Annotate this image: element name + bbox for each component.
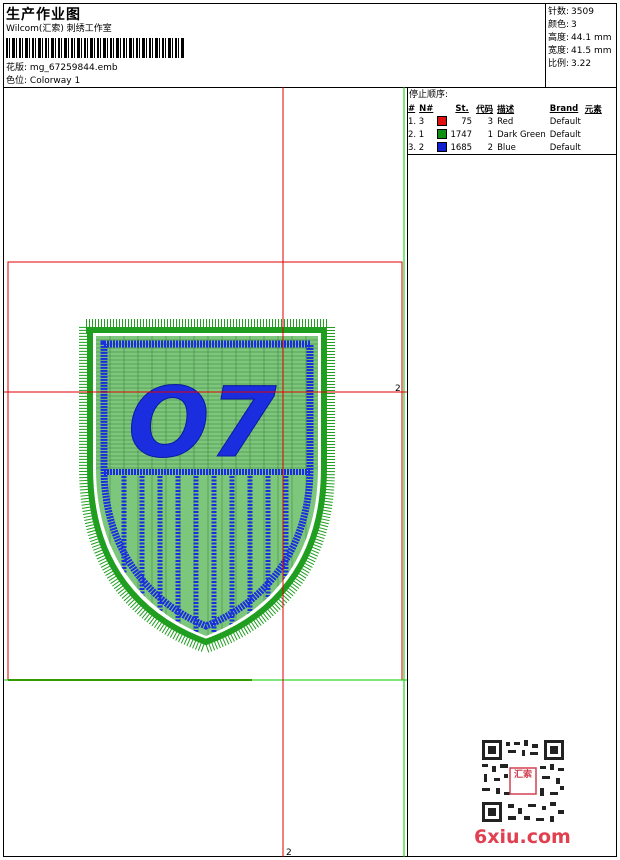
watermark-seal: 汇索 [513, 770, 532, 780]
watermark-text: 6xiu.com [474, 826, 571, 848]
emblem-letters: O7 [128, 367, 277, 479]
qr-code: 汇索 [480, 738, 566, 824]
guide-marker-bottom: 2 [286, 848, 292, 858]
guide-marker-right: 2 [395, 384, 401, 394]
design-canvas: O7 2 2 [4, 87, 407, 858]
